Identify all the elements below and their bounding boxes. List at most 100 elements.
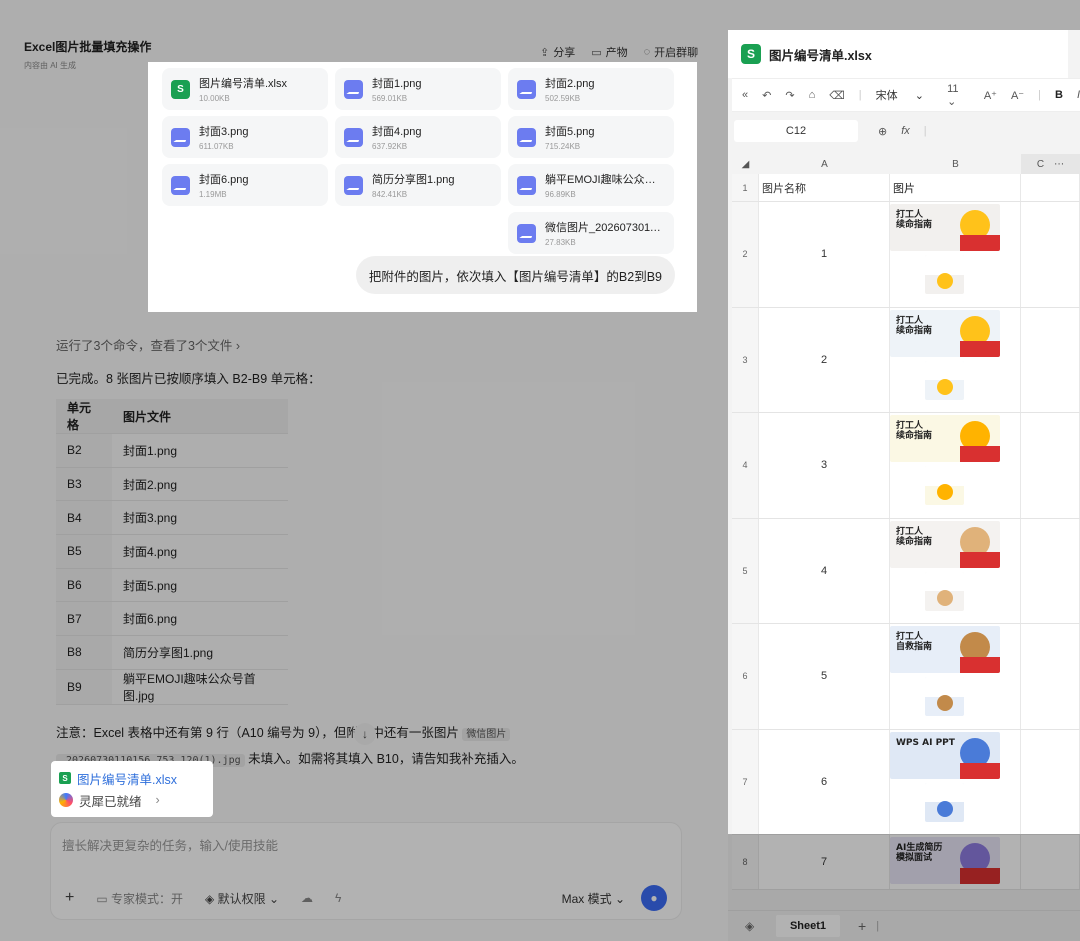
attachment-file[interactable]: 封面5.png 715.24KB <box>508 116 674 158</box>
cell-c[interactable] <box>1021 624 1080 729</box>
undo-icon[interactable]: ↶ <box>762 89 771 102</box>
group-chat-button[interactable]: ◌ 开启群聊 <box>644 44 699 60</box>
cell-b1[interactable]: 图片 <box>890 174 1021 201</box>
cell-b[interactable]: 打工人 自救指南 <box>890 624 1021 729</box>
row-number[interactable]: 6 <box>732 624 759 729</box>
embedded-image[interactable]: 打工人 续命指南 <box>890 204 1000 251</box>
more-icon[interactable]: ⋯ <box>1054 159 1064 170</box>
formula-tools: ⊕ fx | <box>878 125 927 138</box>
permission-select[interactable]: ◈ 默认权限 ⌄ <box>205 890 279 907</box>
cell-b[interactable]: WPS AI PPT <box>890 729 1021 834</box>
attachment-link[interactable]: S 图片编号清单.xlsx <box>59 767 205 789</box>
box-icon: ▭ <box>591 46 602 59</box>
increase-font-icon[interactable]: A⁺ <box>984 89 997 102</box>
embedded-image[interactable]: 打工人 续命指南 <box>890 520 1000 568</box>
artifacts-button[interactable]: ▭ 产物 <box>591 44 627 60</box>
table-row: 6 5 打工人 自救指南 <box>732 624 1080 730</box>
row-number[interactable]: 1 <box>732 174 759 201</box>
redo-icon[interactable]: ↷ <box>785 89 794 102</box>
cell-a[interactable]: 4 <box>759 518 890 623</box>
cell-a[interactable]: 1 <box>759 202 890 307</box>
attachment-file[interactable]: 简历分享图1.png 842.41KB <box>335 164 501 206</box>
assistant-status[interactable]: 灵犀已就绪 › <box>59 789 205 811</box>
zoom-icon[interactable]: ⊕ <box>878 125 887 138</box>
eraser-icon[interactable]: ⌫ <box>829 89 845 102</box>
attachment-file[interactable]: S 图片编号清单.xlsx 10.00KB <box>162 68 328 110</box>
command-summary[interactable]: 运行了3个命令，查看了3个文件 › <box>56 335 696 354</box>
attachment-file[interactable]: 封面6.png 1.19MB <box>162 164 328 206</box>
select-all-corner[interactable]: ◢ <box>732 154 759 174</box>
share-button[interactable]: ⇪ 分享 <box>540 44 575 60</box>
attachment-file[interactable]: 封面2.png 502.59KB <box>508 68 674 110</box>
embedded-thumbnail[interactable] <box>925 255 964 294</box>
file-info: 封面5.png 715.24KB <box>545 123 595 151</box>
attachment-file[interactable]: 微信图片_2026073011… 27.83KB <box>508 212 674 254</box>
embedded-thumbnail[interactable] <box>925 571 964 611</box>
column-header-c[interactable]: C ⋯ <box>1021 154 1080 174</box>
font-family-select[interactable]: 宋体 ⌄ <box>876 87 933 103</box>
embedded-thumbnail[interactable] <box>925 466 964 505</box>
embedded-image[interactable]: 打工人 续命指南 <box>890 415 1000 462</box>
expert-mode-toggle[interactable]: ▭ 专家模式：开 <box>96 890 183 907</box>
cell-c[interactable] <box>1021 729 1080 834</box>
cell-c[interactable] <box>1021 518 1080 623</box>
cell-reference-box[interactable]: C12 <box>734 120 858 142</box>
embedded-image[interactable]: WPS AI PPT <box>890 731 1000 779</box>
column-header-b[interactable]: B <box>890 154 1021 174</box>
column-header-a[interactable]: A <box>759 154 890 174</box>
cell-b[interactable]: 打工人 续命指南 <box>890 307 1021 412</box>
model-select[interactable]: Max 模式 ⌄ <box>562 890 625 907</box>
attachment-file[interactable]: 封面1.png 569.01KB <box>335 68 501 110</box>
cell-b[interactable]: 打工人 续命指南 <box>890 413 1021 518</box>
divider: | <box>1038 89 1041 101</box>
emoji-graphic <box>937 273 953 289</box>
file-size: 502.59KB <box>545 94 581 103</box>
embedded-thumbnail[interactable] <box>925 677 964 716</box>
bold-icon[interactable]: B <box>1055 89 1063 101</box>
microphone-button[interactable]: ● <box>641 885 667 911</box>
image-file-icon <box>517 79 536 99</box>
collapse-icon[interactable]: « <box>742 89 748 101</box>
cell-b[interactable]: 打工人 续命指南 <box>890 202 1021 307</box>
format-painter-icon[interactable]: ⌂ <box>809 89 816 101</box>
row-number[interactable]: 3 <box>732 307 759 412</box>
cell-a[interactable]: 5 <box>759 624 890 729</box>
attachment-file[interactable]: 躺平EMOJI趣味公众号… 96.89KB <box>508 164 674 206</box>
cell-c[interactable] <box>1021 307 1080 412</box>
embedded-image[interactable]: 打工人 自救指南 <box>890 626 1000 673</box>
chat-input[interactable]: 擅长解决更复杂的任务，输入/使用技能 + ▭ 专家模式：开 ◈ 默认权限 ⌄ ☁… <box>50 822 682 920</box>
cell-c[interactable] <box>1021 202 1080 307</box>
file-name: 封面3.png <box>112 500 288 536</box>
attachment-file[interactable]: 封面3.png 611.07KB <box>162 116 328 158</box>
embedded-thumbnail[interactable] <box>925 782 964 822</box>
cell-ref: B8 <box>56 635 112 670</box>
cell-a[interactable]: 3 <box>759 413 890 518</box>
scroll-down-button[interactable]: ↓ <box>354 723 376 745</box>
cell-a1[interactable]: 图片名称 <box>759 174 890 201</box>
cell-a[interactable]: 6 <box>759 729 890 834</box>
cell-ref: B2 <box>56 433 112 468</box>
cell-b[interactable]: 打工人 续命指南 <box>890 518 1021 623</box>
emoji-graphic <box>937 695 953 711</box>
attachment-file[interactable]: 封面4.png 637.92KB <box>335 116 501 158</box>
row-number[interactable]: 2 <box>732 202 759 307</box>
row-number[interactable]: 4 <box>732 413 759 518</box>
cloud-icon[interactable]: ☁ <box>301 891 313 905</box>
file-name: 封面6.png <box>112 601 288 637</box>
font-size-select[interactable]: 11 ⌄ <box>947 83 970 108</box>
row-number[interactable]: 7 <box>732 729 759 834</box>
image-band <box>960 235 1000 251</box>
fx-icon[interactable]: fx <box>901 125 910 138</box>
embedded-image[interactable]: 打工人 续命指南 <box>890 309 1000 357</box>
embedded-thumbnail[interactable] <box>925 360 964 400</box>
add-icon[interactable]: + <box>65 889 74 907</box>
divider: | <box>858 89 862 101</box>
cell-a[interactable]: 2 <box>759 307 890 412</box>
cell-c1[interactable] <box>1021 174 1080 201</box>
cell-c[interactable] <box>1021 413 1080 518</box>
table-row: 1 图片名称 图片 <box>732 174 1080 202</box>
decrease-font-icon[interactable]: A⁻ <box>1011 89 1024 102</box>
cell-ref: B4 <box>56 500 112 536</box>
row-number[interactable]: 5 <box>732 518 759 623</box>
lightning-icon[interactable]: ϟ <box>335 891 341 905</box>
